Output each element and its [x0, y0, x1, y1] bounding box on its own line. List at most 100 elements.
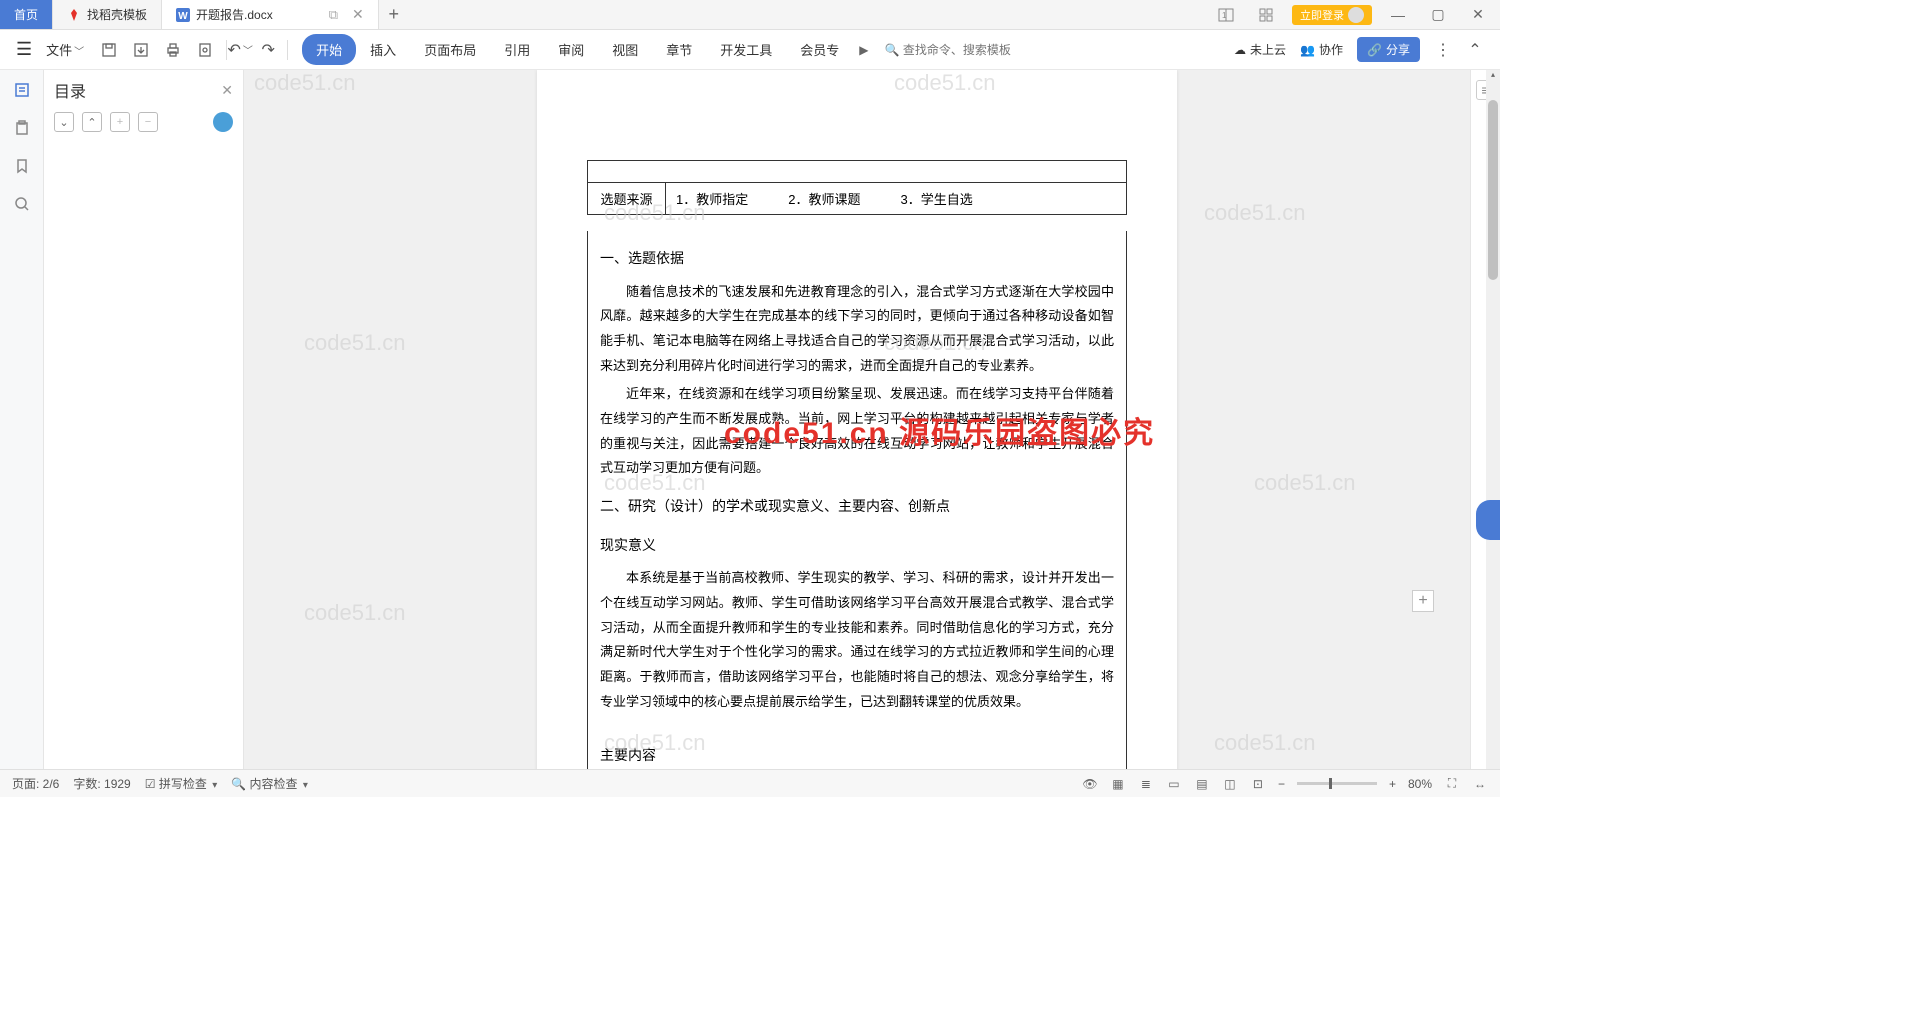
- ribbon-ref[interactable]: 引用: [490, 34, 544, 65]
- file-menu[interactable]: 文件﹀: [38, 40, 92, 59]
- layout-icon[interactable]: 1: [1212, 1, 1240, 29]
- fit-width-icon[interactable]: ↔: [1472, 776, 1488, 792]
- print-preview-icon[interactable]: [196, 41, 214, 59]
- demote-icon[interactable]: −: [138, 112, 158, 132]
- word-count[interactable]: 字数: 1929: [73, 775, 130, 792]
- tab-bar: 首页 找稻壳模板 W 开题报告.docx ⧉ ✕ + 1 立即登录 — ▢ ✕: [0, 0, 1500, 30]
- chat-icon[interactable]: [213, 112, 233, 132]
- outline-tools: ⌄ ⌃ + −: [54, 112, 233, 132]
- zoom-fit-icon[interactable]: ⊡: [1250, 776, 1266, 792]
- check-icon: ☑: [145, 777, 156, 791]
- grid-icon[interactable]: [1252, 1, 1280, 29]
- ribbon-layout[interactable]: 页面布局: [410, 34, 490, 65]
- cloud-icon: ☁: [1234, 43, 1246, 57]
- tab-document-label: 开题报告.docx: [196, 6, 273, 23]
- status-bar: 页面: 2/6 字数: 1929 ☑ 拼写检查 ▾ 🔍 内容检查 ▾ 👁 ▦ ≣…: [0, 769, 1500, 797]
- search-input[interactable]: [903, 43, 1043, 57]
- ribbon-member[interactable]: 会员专: [786, 34, 853, 65]
- tab-document[interactable]: W 开题报告.docx ⧉ ✕: [162, 0, 379, 29]
- zoom-value[interactable]: 80%: [1408, 777, 1432, 791]
- feedback-tab[interactable]: [1476, 500, 1500, 540]
- outline-icon[interactable]: [12, 80, 32, 100]
- cloud-status[interactable]: ☁未上云: [1234, 41, 1286, 58]
- avatar-icon: [1348, 7, 1364, 23]
- svg-text:1: 1: [1222, 11, 1227, 20]
- web-view-icon[interactable]: ▤: [1194, 776, 1210, 792]
- reading-view-icon[interactable]: ▭: [1166, 776, 1182, 792]
- search-box[interactable]: 🔍: [885, 43, 1043, 57]
- watermark: code51.cn: [254, 70, 356, 96]
- save-as-icon[interactable]: [132, 41, 150, 59]
- ribbon-view[interactable]: 视图: [598, 34, 652, 65]
- scroll-thumb[interactable]: [1488, 100, 1498, 280]
- ribbon-review[interactable]: 审阅: [544, 34, 598, 65]
- zoom-out-button[interactable]: −: [1278, 777, 1285, 791]
- print-icon[interactable]: [164, 41, 182, 59]
- document-body: 一、选题依据 随着信息技术的飞速发展和先进教育理念的引入，混合式学习方式逐渐在大…: [587, 231, 1127, 769]
- bookmark-icon[interactable]: [12, 156, 32, 176]
- fullscreen-icon[interactable]: ⛶: [1444, 776, 1460, 792]
- scroll-up-icon[interactable]: ▴: [1486, 70, 1500, 84]
- ribbon-start[interactable]: 开始: [302, 34, 356, 65]
- zoom-slider[interactable]: [1297, 782, 1377, 785]
- tab-home[interactable]: 首页: [0, 0, 53, 29]
- share-button[interactable]: 🔗分享: [1357, 37, 1420, 62]
- login-button[interactable]: 立即登录: [1292, 5, 1372, 25]
- ribbon-dev[interactable]: 开发工具: [706, 34, 786, 65]
- vertical-scrollbar[interactable]: ▴: [1486, 70, 1500, 769]
- collab-button[interactable]: 👥协作: [1300, 41, 1343, 58]
- tab-templates[interactable]: 找稻壳模板: [53, 0, 162, 29]
- ribbon-next[interactable]: ▶: [853, 43, 874, 57]
- new-tab-button[interactable]: +: [379, 0, 409, 29]
- source-options: 1．教师指定 2．教师课题 3．学生自选: [666, 183, 1126, 214]
- outline-panel: 目录 ✕ ⌄ ⌃ + −: [44, 70, 244, 769]
- left-rail: [0, 70, 44, 769]
- eye-icon[interactable]: 👁: [1082, 776, 1098, 792]
- content-check-label: 内容检查: [250, 777, 298, 791]
- main-area: 目录 ✕ ⌄ ⌃ + − ✥ 选题来源 1．教师指定 2．教师课题 3．学生自选: [0, 70, 1500, 769]
- expand-all-icon[interactable]: ⌃: [82, 112, 102, 132]
- spellcheck-toggle[interactable]: ☑ 拼写检查 ▾: [145, 775, 218, 792]
- tab-close-icon[interactable]: ✕: [352, 6, 364, 23]
- svg-text:W: W: [178, 11, 188, 22]
- redo-icon[interactable]: ↷: [259, 41, 277, 59]
- clipboard-icon[interactable]: [12, 118, 32, 138]
- outline-view-icon[interactable]: ≣: [1138, 776, 1154, 792]
- option-3: 3．学生自选: [900, 189, 972, 208]
- collapse-all-icon[interactable]: ⌄: [54, 112, 74, 132]
- file-label: 文件: [46, 43, 72, 58]
- paragraph: 本系统是基于当前高校教师、学生现实的教学、学习、科研的需求，设计并开发出一个在线…: [600, 566, 1114, 714]
- ribbon-tabs: 开始 插入 页面布局 引用 审阅 视图 章节 开发工具 会员专: [302, 34, 853, 65]
- search-icon: 🔍: [885, 43, 903, 57]
- page-view-icon[interactable]: ▦: [1110, 776, 1126, 792]
- undo-icon[interactable]: ↶﹀: [231, 41, 249, 59]
- outline-close-icon[interactable]: ✕: [221, 82, 233, 99]
- subheading: 现实意义: [600, 532, 1114, 559]
- split-view-icon[interactable]: ◫: [1222, 776, 1238, 792]
- search-doc-icon: 🔍: [231, 777, 246, 791]
- save-icon[interactable]: [100, 41, 118, 59]
- hamburger-icon[interactable]: ☰: [10, 39, 38, 60]
- ribbon-chapter[interactable]: 章节: [652, 34, 706, 65]
- table-row: 选题来源 1．教师指定 2．教师课题 3．学生自选: [587, 182, 1127, 215]
- ribbon-insert[interactable]: 插入: [356, 34, 410, 65]
- collapse-ribbon-icon[interactable]: ⌃: [1466, 41, 1484, 59]
- tab-window-icon[interactable]: ⧉: [329, 7, 338, 23]
- content-check[interactable]: 🔍 内容检查 ▾: [231, 775, 308, 792]
- zoom-in-button[interactable]: +: [1389, 777, 1396, 791]
- find-icon[interactable]: [12, 194, 32, 214]
- close-button[interactable]: ✕: [1464, 1, 1492, 29]
- share-label: 分享: [1386, 41, 1410, 58]
- document-area[interactable]: ✥ 选题来源 1．教师指定 2．教师课题 3．学生自选 一、选题依据 随着信息技…: [244, 70, 1470, 769]
- login-label: 立即登录: [1300, 7, 1344, 23]
- promote-icon[interactable]: +: [110, 112, 130, 132]
- page-status[interactable]: 页面: 2/6: [12, 775, 59, 792]
- chevron-down-icon: ▾: [303, 780, 308, 791]
- spellcheck-label: 拼写检查: [159, 777, 207, 791]
- minimize-button[interactable]: —: [1384, 1, 1412, 29]
- insert-comment-button[interactable]: +: [1412, 590, 1434, 612]
- more-icon[interactable]: ⋮: [1434, 41, 1452, 59]
- template-icon: [67, 8, 81, 22]
- maximize-button[interactable]: ▢: [1424, 1, 1452, 29]
- toolbar: ☰ 文件﹀ ↶﹀ ↷ 开始 插入 页面布局 引用 审阅 视图 章节 开发工具 会…: [0, 30, 1500, 70]
